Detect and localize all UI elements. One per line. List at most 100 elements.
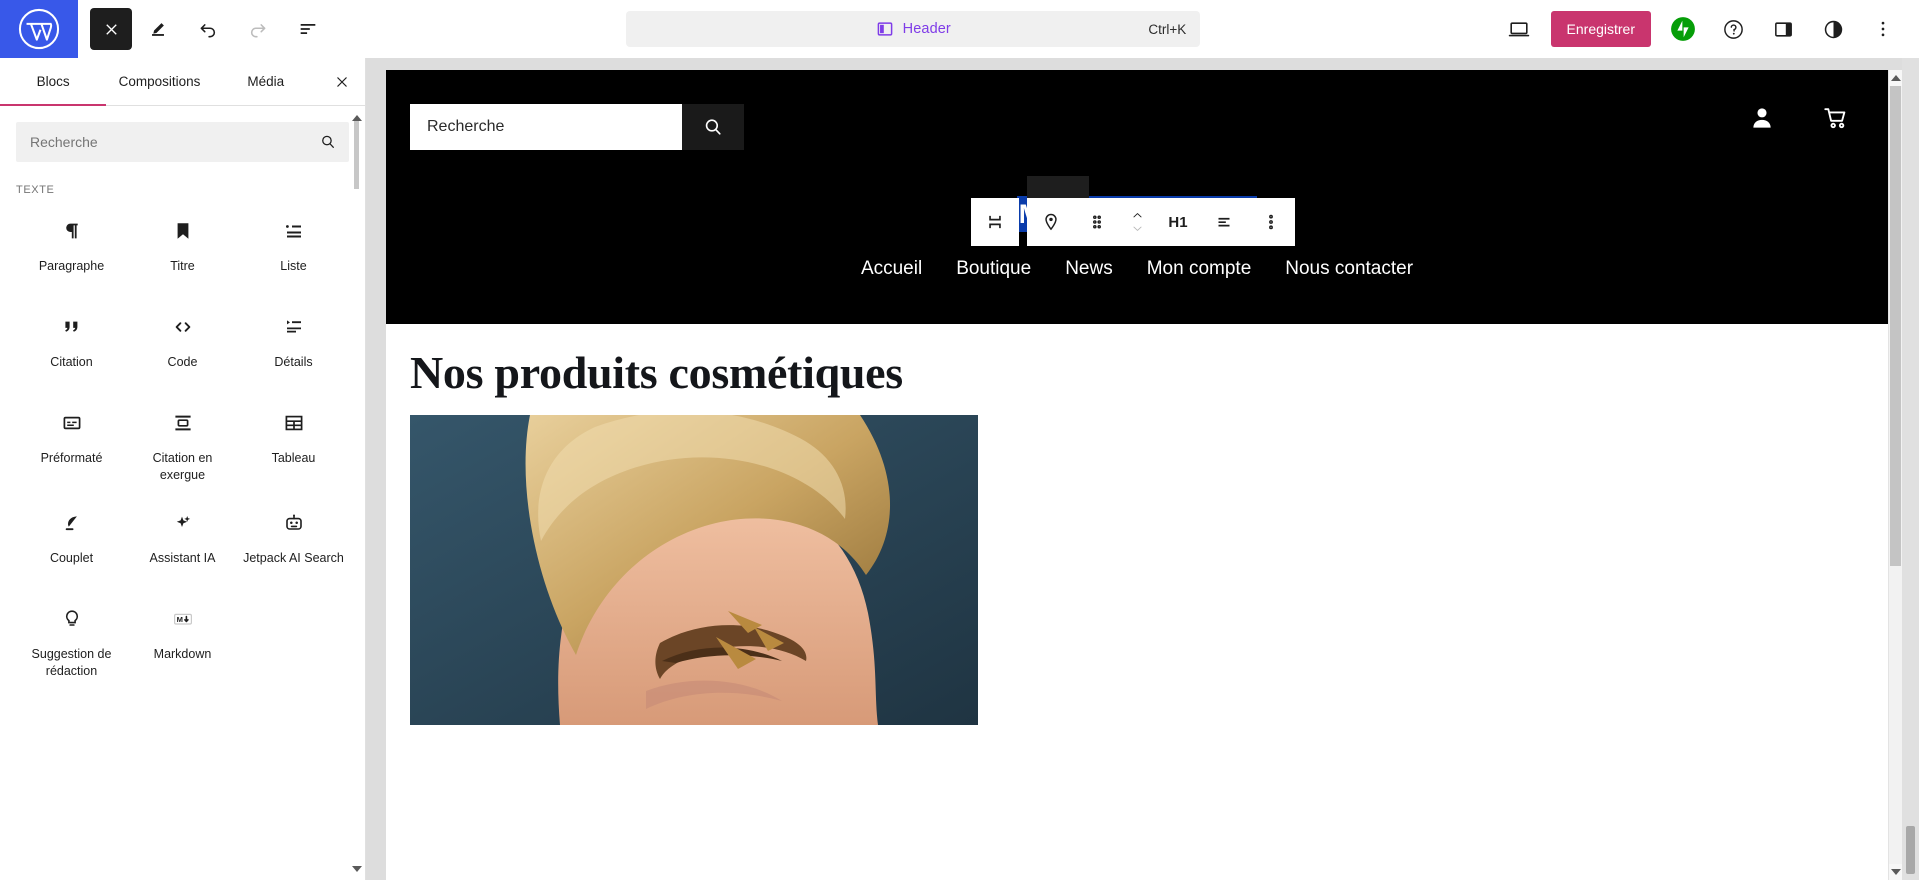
block-label: Jetpack AI Search — [243, 550, 344, 565]
nav-link-accueil[interactable]: Accueil — [861, 258, 922, 280]
jetpack-icon[interactable] — [1659, 5, 1707, 53]
site-search-input[interactable]: Recherche — [410, 104, 682, 150]
site-search-submit-button[interactable] — [682, 104, 744, 150]
save-button[interactable]: Enregistrer — [1550, 11, 1651, 47]
inserter-body: TEXTE Paragraphe — [0, 106, 365, 880]
more-options-icon[interactable] — [1859, 5, 1907, 53]
nav-link-news[interactable]: News — [1065, 258, 1113, 280]
top-bar-left-tools — [78, 5, 332, 53]
block-label: Détails — [274, 355, 313, 369]
block-item-paragraphe[interactable]: Paragraphe — [16, 204, 127, 296]
undo-button[interactable] — [184, 5, 232, 53]
post-content-area: Nos produits cosmétiques — [386, 324, 1888, 880]
block-item-preformate[interactable]: Préformaté — [16, 396, 127, 492]
inserter-scroll-track[interactable] — [352, 121, 361, 866]
block-label: Assistant IA — [149, 550, 216, 565]
block-item-couplet[interactable]: Couplet — [16, 496, 127, 588]
svg-text:M: M — [176, 615, 182, 624]
site-navigation: Accueil Boutique News Mon compte Nous co… — [410, 258, 1864, 280]
canvas-scroll-track[interactable] — [1889, 86, 1902, 864]
move-up-icon[interactable] — [1128, 209, 1147, 222]
block-item-liste[interactable]: Liste — [238, 204, 349, 296]
list-view-icon[interactable] — [284, 5, 332, 53]
inserter-scroll-thumb[interactable] — [354, 121, 359, 189]
styles-contrast-icon[interactable] — [1809, 5, 1857, 53]
site-title-pin-icon[interactable] — [1028, 198, 1074, 246]
account-person-icon[interactable] — [1748, 104, 1776, 137]
select-parent-block-icon[interactable] — [972, 198, 1018, 246]
code-icon — [171, 314, 195, 340]
canvas-scrollbar[interactable] — [1888, 70, 1902, 880]
editor-canvas: Recherche H1 Accueil Boutique News Mon c… — [386, 70, 1888, 880]
block-item-citation[interactable]: Citation — [16, 300, 127, 392]
tab-compositions[interactable]: Compositions — [106, 58, 212, 105]
block-label: Citation — [50, 355, 93, 369]
robot-icon — [282, 510, 306, 536]
desktop-preview-icon[interactable] — [1495, 5, 1543, 53]
block-item-details[interactable]: Détails — [238, 300, 349, 392]
align-text-icon[interactable] — [1201, 198, 1247, 246]
editor-main-region: Blocs Compositions Média TEXTE — [0, 58, 1919, 880]
block-label: Markdown — [153, 646, 212, 661]
block-item-jetpack-ai-search[interactable]: Jetpack AI Search — [238, 496, 349, 588]
search-block[interactable]: Recherche — [410, 104, 744, 150]
scroll-down-arrow[interactable] — [1889, 864, 1902, 880]
scroll-up-arrow[interactable] — [350, 107, 363, 121]
move-down-icon[interactable] — [1128, 222, 1147, 235]
block-item-suggestion-de-redaction[interactable]: Suggestion de rédaction — [16, 592, 127, 688]
scroll-down-arrow[interactable] — [350, 866, 363, 880]
nav-link-mon-compte[interactable]: Mon compte — [1147, 258, 1252, 280]
redo-button[interactable] — [234, 5, 282, 53]
window-scroll-thumb[interactable] — [1906, 826, 1915, 874]
tab-media[interactable]: Média — [213, 58, 319, 105]
block-movers — [1120, 209, 1154, 235]
parent-block-tag — [1027, 176, 1089, 200]
block-label: Suggestion de rédaction — [31, 646, 112, 678]
heading-level-button[interactable]: H1 — [1155, 198, 1201, 246]
command-bar-label: Header — [902, 21, 951, 37]
scroll-up-arrow[interactable] — [1889, 70, 1902, 86]
site-header-template-part[interactable]: Recherche H1 Accueil Boutique News Mon c… — [386, 70, 1888, 325]
inserter-scrollbar[interactable] — [350, 107, 363, 880]
block-more-options-icon[interactable] — [1248, 198, 1294, 246]
help-icon[interactable] — [1709, 5, 1757, 53]
block-label: Code — [167, 355, 198, 369]
content-image[interactable] — [410, 415, 978, 726]
markdown-icon: M — [171, 606, 195, 632]
nav-link-nous-contacter[interactable]: Nous contacter — [1285, 258, 1413, 280]
toolbar-group-block: H1 — [1027, 198, 1295, 246]
quote-icon — [60, 314, 84, 340]
window-scrollbar[interactable] — [1902, 58, 1919, 880]
ai-sparkles-icon — [171, 510, 195, 536]
tab-blocs[interactable]: Blocs — [0, 58, 107, 106]
wordpress-logo-icon[interactable] — [0, 0, 78, 58]
close-inserter-button[interactable] — [319, 58, 365, 105]
pullquote-icon — [171, 410, 195, 436]
block-item-titre[interactable]: Titre — [127, 204, 238, 296]
paragraph-icon — [60, 218, 84, 244]
block-item-assistant-ia[interactable]: Assistant IA — [127, 496, 238, 588]
heading-bookmark-icon — [171, 218, 195, 244]
site-header-top-row: Recherche — [410, 104, 1864, 150]
block-item-code[interactable]: Code — [127, 300, 238, 392]
details-icon — [282, 314, 306, 340]
content-heading[interactable]: Nos produits cosmétiques — [386, 324, 1888, 415]
search-input[interactable] — [16, 122, 349, 162]
block-label: Citation en exergue — [152, 451, 213, 482]
blocks-grid: Paragraphe Titre Liste Citation Code Dét… — [16, 204, 349, 688]
canvas-scroll-thumb[interactable] — [1890, 86, 1901, 566]
close-editor-button[interactable] — [90, 8, 132, 50]
shopping-cart-icon[interactable] — [1822, 104, 1850, 137]
block-item-markdown[interactable]: M Markdown — [127, 592, 238, 688]
settings-sidebar-icon[interactable] — [1759, 5, 1807, 53]
edit-mode-button[interactable] — [134, 5, 182, 53]
nav-link-boutique[interactable]: Boutique — [956, 258, 1031, 280]
block-item-tableau[interactable]: Tableau — [238, 396, 349, 492]
block-label: Titre — [170, 259, 195, 273]
block-item-citation-en-exergue[interactable]: Citation en exergue — [127, 396, 238, 492]
toolbar-group-parent — [971, 198, 1019, 246]
template-header-icon — [876, 20, 894, 38]
top-bar-right-tools: Enregistrer — [1495, 5, 1919, 53]
drag-handle-icon[interactable] — [1074, 198, 1120, 246]
command-bar[interactable]: Header Ctrl+K — [626, 11, 1201, 47]
